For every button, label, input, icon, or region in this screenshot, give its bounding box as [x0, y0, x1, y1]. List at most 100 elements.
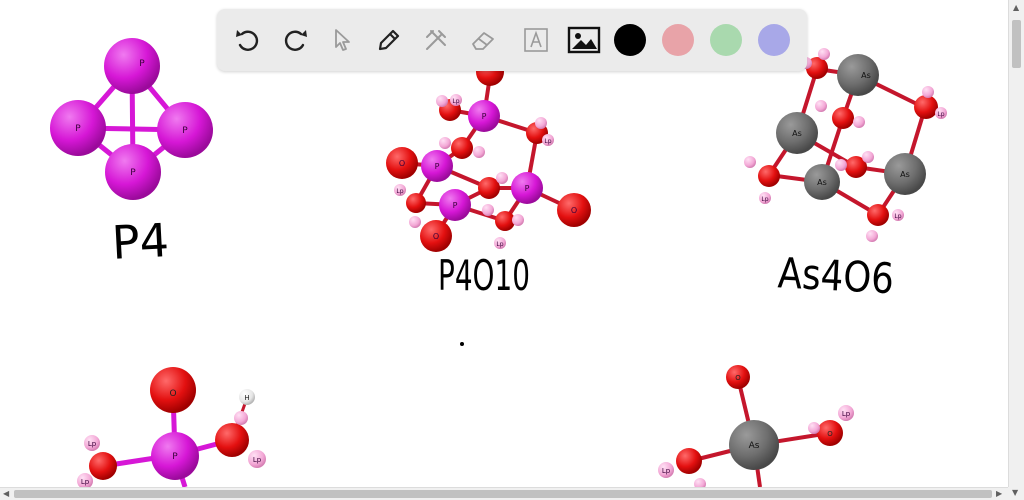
atom-o [451, 137, 473, 159]
horizontal-scrollbar[interactable]: ◀ ▶ [0, 487, 1008, 500]
scroll-up-icon[interactable]: ▲ [1013, 4, 1019, 12]
atom-o [215, 423, 249, 457]
lone-pair [818, 48, 830, 60]
eraser-icon[interactable] [464, 21, 502, 59]
lone-pair-label: Lp [81, 478, 90, 486]
lone-pair [512, 214, 524, 226]
caption-p4o10: P4O10 [438, 251, 530, 300]
lone-pair [835, 159, 847, 171]
pencil-icon[interactable] [370, 21, 408, 59]
atom-label: O [827, 430, 833, 438]
atom-label: As [749, 441, 760, 451]
color-pink-swatch[interactable] [662, 24, 694, 56]
drawing-layer: P P P P P P P P O O O Lp Lp Lp Lp As As … [50, 38, 947, 487]
caption-p4: P4 [110, 213, 170, 270]
atom-label: P [182, 126, 188, 136]
lone-pair [808, 422, 820, 434]
ink-dot [460, 342, 464, 346]
lone-pair-label: Lp [452, 98, 459, 105]
lone-pair [234, 411, 248, 425]
lone-pair-label: Lp [88, 440, 97, 448]
atom-o [89, 452, 117, 480]
lone-pair [473, 146, 485, 158]
molecule-as4o6: As As As As Lp Lp Lp [744, 48, 947, 242]
lone-pair [694, 478, 706, 487]
horizontal-scroll-thumb[interactable] [14, 490, 992, 498]
atom-label: P [525, 184, 530, 193]
lone-pair-label: Lp [253, 456, 262, 464]
lone-pair [862, 151, 874, 163]
atom-label: O [169, 389, 176, 399]
lone-pair [744, 156, 756, 168]
lone-pair [922, 86, 934, 98]
lone-pair-label: Lp [662, 467, 671, 475]
atom-label: H [244, 394, 249, 402]
scroll-down-icon[interactable]: ▼ [1012, 489, 1018, 497]
molecule-p4: P P P P [50, 38, 213, 200]
atom-label: O [399, 159, 405, 168]
lone-pair [866, 230, 878, 242]
whiteboard-canvas[interactable]: P P P P P P P P O O O Lp Lp Lp Lp As As … [0, 0, 1008, 487]
lone-pair [535, 117, 547, 129]
drawing-toolbar [217, 9, 807, 71]
lone-pair [482, 204, 494, 216]
caption-as4o6: As4O6 [777, 248, 895, 303]
molecule-acid-as: As O O Lp Lp [658, 365, 854, 487]
lone-pair [853, 116, 865, 128]
lone-pair-label: Lp [894, 213, 901, 220]
atom-o [495, 211, 515, 231]
atom-label: O [571, 206, 577, 215]
atom-label: As [817, 178, 827, 187]
atom-o [406, 193, 426, 213]
tools-icon[interactable] [417, 21, 455, 59]
atom-label: P [482, 112, 487, 121]
atom-o [758, 165, 780, 187]
atom-label: P [435, 162, 440, 171]
atom-label: P [172, 452, 178, 462]
lone-pair-label: Lp [842, 410, 851, 418]
lone-pair [439, 137, 451, 149]
molecule-acid-p: O P H Lp Lp Lp [77, 367, 266, 487]
lone-pair [815, 100, 827, 112]
lone-pair-label: Lp [544, 138, 551, 145]
color-blue-swatch[interactable] [758, 24, 790, 56]
lone-pair [409, 216, 421, 228]
pointer-icon[interactable] [323, 21, 361, 59]
color-green-swatch[interactable] [710, 24, 742, 56]
atom-label: P [130, 168, 136, 178]
lone-pair-label: Lp [937, 111, 944, 118]
vertical-scroll-thumb[interactable] [1012, 20, 1021, 68]
lone-pair-label: Lp [396, 188, 403, 195]
atom-p [104, 38, 160, 94]
molecule-p4o10: P P P P O O O Lp Lp Lp Lp [386, 58, 591, 252]
atom-o [914, 95, 938, 119]
atom-label: P [453, 201, 458, 210]
scroll-left-icon[interactable]: ◀ [3, 490, 9, 498]
handwritten-caption: P4O10 [438, 251, 530, 300]
scrollbar-corner: ▼ [1008, 487, 1024, 500]
atom-label: O [433, 232, 439, 241]
scroll-right-icon[interactable]: ▶ [996, 490, 1002, 498]
lone-pair-label: Lp [761, 196, 768, 203]
atom-as [837, 54, 879, 96]
handwritten-caption: As4O6 [777, 248, 895, 303]
atom-label: As [900, 170, 910, 179]
redo-icon[interactable] [276, 21, 314, 59]
atom-label: As [861, 71, 871, 80]
atom-o [832, 107, 854, 129]
handwritten-caption: P4 [110, 213, 170, 270]
text-icon[interactable] [517, 21, 555, 59]
atom-label: P [75, 124, 81, 134]
vertical-scrollbar[interactable]: ▲ [1008, 0, 1024, 487]
atom-label: P [139, 59, 145, 69]
lone-pair [436, 95, 448, 107]
atom-o [676, 448, 702, 474]
lone-pair-label: Lp [496, 241, 503, 248]
atom-label: O [735, 374, 741, 382]
atom-o [867, 204, 889, 226]
lone-pair [496, 172, 508, 184]
atom-label: As [792, 129, 802, 138]
color-black-swatch[interactable] [614, 24, 646, 56]
image-icon[interactable] [565, 21, 603, 59]
undo-icon[interactable] [229, 21, 267, 59]
